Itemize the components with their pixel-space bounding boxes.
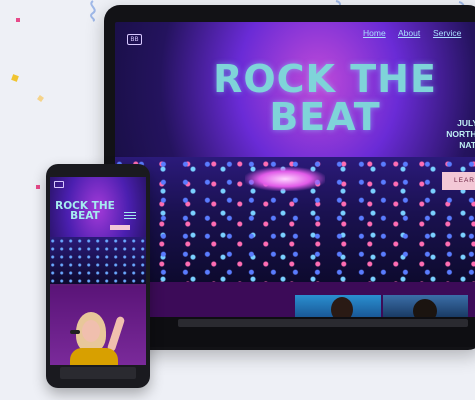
confetti-square-icon xyxy=(36,185,40,189)
laptop-mockup: BB Home About Service ROCK THE BEAT JULY… xyxy=(104,5,475,350)
concert-stage-image xyxy=(245,167,325,191)
phone-mockup: ROCK THE BEAT xyxy=(46,164,150,388)
hero-title-line-1: ROCK THE xyxy=(213,57,437,101)
singer-photo xyxy=(50,286,146,365)
phone-screen: ROCK THE BEAT xyxy=(50,177,146,365)
mobile-title-line-2: BEAT xyxy=(70,210,100,222)
laptop-hinge xyxy=(178,319,468,327)
event-location-line-2: NATIO xyxy=(459,140,475,150)
confetti-squiggle-icon xyxy=(90,0,96,22)
event-date: JULY 7 xyxy=(457,118,475,128)
site-logo[interactable]: BB xyxy=(127,34,142,45)
mobile-logo[interactable] xyxy=(54,181,64,188)
confetti-square-icon xyxy=(16,18,20,22)
nav-link-home[interactable]: Home xyxy=(363,28,386,38)
event-details: JULY 7 NORTH R NATIO xyxy=(435,118,475,151)
laptop-screen: BB Home About Service ROCK THE BEAT JULY… xyxy=(115,22,475,322)
microphone-icon xyxy=(70,330,80,334)
singer-face xyxy=(82,320,100,342)
hero-title-line-2: BEAT xyxy=(269,95,381,139)
hamburger-menu-icon[interactable] xyxy=(124,212,136,220)
event-location-line-1: NORTH R xyxy=(446,129,475,139)
mobile-learn-more-button[interactable] xyxy=(110,225,130,230)
singer-body xyxy=(70,348,118,365)
phone-home-bar xyxy=(60,367,136,379)
nav-link-service[interactable]: Service xyxy=(433,28,461,38)
learn-more-button[interactable]: LEAR xyxy=(442,172,475,190)
mobile-hero-title: ROCK THE BEAT xyxy=(50,201,120,222)
hero-title: ROCK THE BEAT xyxy=(195,60,455,136)
confetti-square-icon xyxy=(11,74,19,82)
singer-arm xyxy=(106,315,126,353)
mobile-crowd-image xyxy=(50,237,146,284)
nav-link-about[interactable]: About xyxy=(398,28,420,38)
confetti-square-icon xyxy=(37,95,44,102)
